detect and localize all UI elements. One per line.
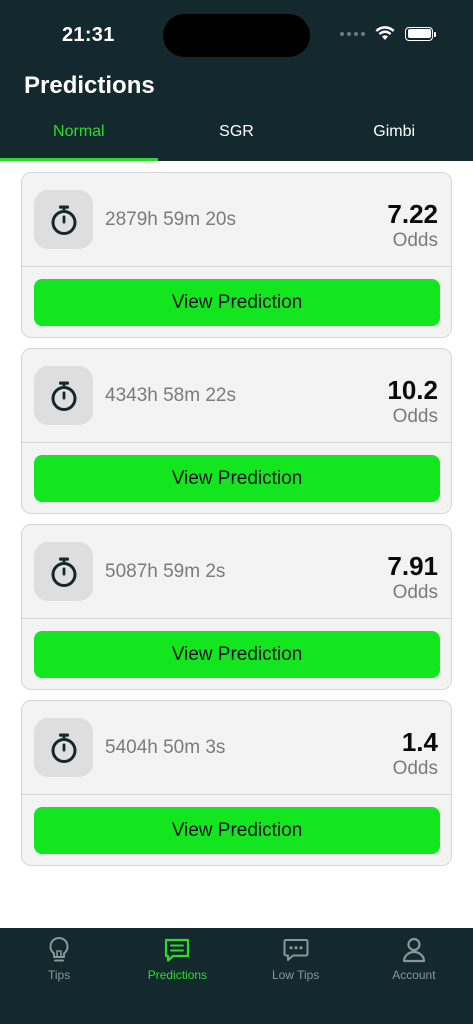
nav-item-tips[interactable]: Tips <box>0 928 118 1024</box>
odds-label: Odds <box>392 758 438 779</box>
odds-value: 7.22 <box>387 199 438 229</box>
nav-label: Predictions <box>147 968 208 982</box>
top-bar: 21:31 Predictions Normal SGR Gimbi <box>0 0 473 161</box>
view-prediction-button[interactable]: View Prediction <box>34 279 440 326</box>
cellular-signal-icon <box>340 31 365 36</box>
countdown-text: 4343h 58m 22s <box>105 385 236 406</box>
status-time: 21:31 <box>62 24 115 46</box>
odds-value: 10.2 <box>387 375 438 405</box>
chat-bubble-icon <box>282 936 310 964</box>
card-header: 2879h 59m 20s 7.22 Odds <box>22 173 451 267</box>
wifi-icon <box>375 26 395 40</box>
card-header: 5404h 50m 3s 1.4 Odds <box>22 701 451 795</box>
battery-icon <box>405 26 436 41</box>
countdown-text: 2879h 59m 20s <box>105 209 236 230</box>
nav-item-account[interactable]: Account <box>355 928 473 1024</box>
prediction-list: 2879h 59m 20s 7.22 Odds View Prediction … <box>21 172 452 876</box>
nav-item-predictions[interactable]: Predictions <box>118 928 236 1024</box>
view-prediction-button[interactable]: View Prediction <box>34 807 440 854</box>
bottom-nav: Tips Predictions Low Tips Account <box>0 928 473 1024</box>
tab-gimbi[interactable]: Gimbi <box>315 116 473 161</box>
home-indicator <box>168 1012 305 1017</box>
stopwatch-icon <box>34 366 93 425</box>
card-header: 4343h 58m 22s 10.2 Odds <box>22 349 451 443</box>
stopwatch-icon <box>34 190 93 249</box>
odds-label: Odds <box>392 582 438 603</box>
card-header: 5087h 59m 2s 7.91 Odds <box>22 525 451 619</box>
page-title: Predictions <box>24 72 155 99</box>
dynamic-island <box>163 14 310 57</box>
view-prediction-button[interactable]: View Prediction <box>34 455 440 502</box>
odds-value: 1.4 <box>401 727 438 757</box>
nav-item-low-tips[interactable]: Low Tips <box>237 928 355 1024</box>
odds-value: 7.91 <box>387 551 438 581</box>
stopwatch-icon <box>34 542 93 601</box>
tab-bar: Normal SGR Gimbi <box>0 116 473 161</box>
view-prediction-button[interactable]: View Prediction <box>34 631 440 678</box>
list-message-icon <box>163 936 191 964</box>
tab-sgr[interactable]: SGR <box>158 116 316 161</box>
status-icons <box>340 26 436 41</box>
countdown-text: 5087h 59m 2s <box>105 561 226 582</box>
countdown-text: 5404h 50m 3s <box>105 737 226 758</box>
prediction-card: 4343h 58m 22s 10.2 Odds View Prediction <box>21 348 452 514</box>
tab-normal[interactable]: Normal <box>0 116 158 161</box>
lightbulb-icon <box>45 936 73 964</box>
prediction-card: 5404h 50m 3s 1.4 Odds View Prediction <box>21 700 452 866</box>
stopwatch-icon <box>34 718 93 777</box>
odds-label: Odds <box>392 406 438 427</box>
nav-label: Account <box>392 968 436 982</box>
nav-label: Low Tips <box>271 968 320 982</box>
prediction-card: 2879h 59m 20s 7.22 Odds View Prediction <box>21 172 452 338</box>
prediction-card: 5087h 59m 2s 7.91 Odds View Prediction <box>21 524 452 690</box>
nav-label: Tips <box>48 968 71 982</box>
person-icon <box>400 936 428 964</box>
odds-label: Odds <box>392 230 438 251</box>
